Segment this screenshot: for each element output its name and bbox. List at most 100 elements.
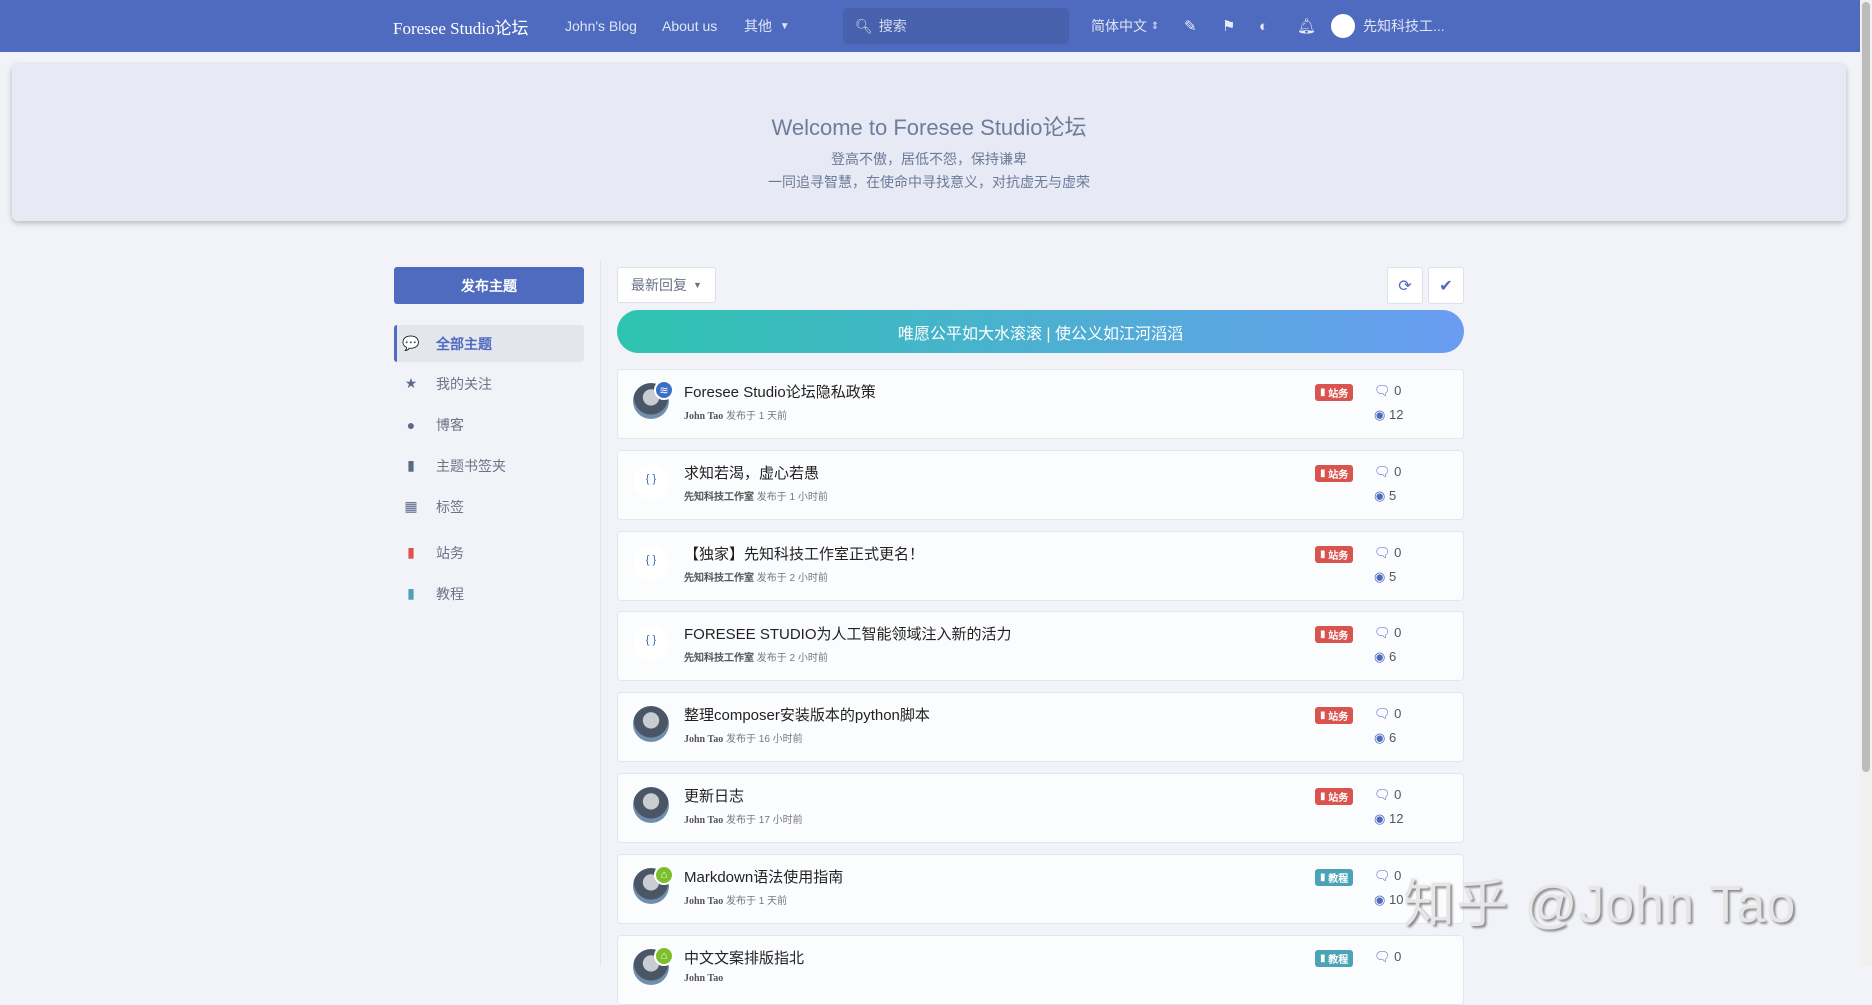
reply-count: 🗨︎ 0 (1374, 868, 1401, 884)
reply-count: 🗨︎ 0 (1374, 949, 1401, 965)
tag-badge[interactable]: ▮ 站务 (1315, 545, 1354, 563)
tag-badge[interactable]: ▮ 站务 (1315, 384, 1354, 401)
user-menu[interactable]: 先知科技工... (1331, 0, 1445, 52)
tag-icon: ▮ (1320, 629, 1326, 641)
comment-icon: 🗨︎ (1374, 625, 1391, 641)
search-input[interactable]: 🔍︎ 搜索 (843, 8, 1069, 44)
search-placeholder: 搜索 (878, 18, 907, 34)
author-avatar[interactable]: { } (633, 625, 669, 662)
tag-badge[interactable]: ▮ 站务 (1315, 707, 1354, 725)
home-icon: ⌂ (654, 945, 674, 966)
sidebar-item-label: 站务 (436, 544, 464, 561)
topic-author[interactable]: 先知科技工作室 (684, 653, 754, 664)
topic-author[interactable]: John Tao (684, 896, 723, 907)
theme-toggle-icon[interactable]: ◐ (1259, 0, 1268, 52)
topic-card[interactable]: ≋ Foresee Studio论坛隐私政策 John Tao 发布于 1 天前… (617, 369, 1464, 439)
sidebar-item-4[interactable]: ▦ 标签 (394, 488, 584, 525)
view-count: ◉ 6 (1374, 649, 1396, 665)
nav-link-about[interactable]: About us (662, 0, 717, 52)
topic-title[interactable]: Foresee Studio论坛隐私政策 (684, 381, 876, 402)
topic-time: 发布于 17 小时前 (725, 815, 803, 826)
tag-badge[interactable]: ▮ 教程 (1315, 949, 1354, 967)
tag-label: 站务 (1328, 631, 1349, 643)
welcome-hero: Welcome to Foresee Studio论坛 登高不傲，居低不怨，保持… (12, 64, 1846, 221)
topic-title[interactable]: 更新日志 (684, 785, 744, 806)
tag-label: 站务 (1328, 793, 1349, 804)
topic-card[interactable]: { } 【独家】先知科技工作室正式更名！ 先知科技工作室 发布于 2 小时前 ▮… (617, 530, 1464, 601)
sidebar-item-icon: ▦ (404, 498, 418, 514)
compose-icon[interactable]: ✎ (1184, 0, 1197, 52)
top-navbar: Foresee Studio论坛 John's Blog About us 其他… (0, 0, 1860, 52)
sidebar-item-label: 我的关注 (436, 375, 492, 392)
topic-author[interactable]: John Tao (684, 973, 723, 984)
tag-badge[interactable]: ▮ 站务 (1315, 464, 1354, 482)
topic-author[interactable]: John Tao (684, 734, 723, 745)
sidebar-item-0[interactable]: 💬 全部主题 (394, 325, 584, 362)
view-count: ◉ 6 (1374, 730, 1396, 746)
flag-icon[interactable]: ⚑ (1222, 0, 1235, 52)
view-count-value: 5 (1388, 487, 1397, 503)
scrollbar[interactable] (1860, 0, 1872, 966)
sort-dropdown[interactable]: 最新回复 ▼ (617, 267, 716, 303)
topic-meta: John Tao 发布于 17 小时前 (684, 811, 803, 826)
topic-card[interactable]: ⌂ Markdown语法使用指南 John Tao 发布于 1 天前 ▮ 教程 … (617, 853, 1464, 924)
tag-badge[interactable]: ▮ 教程 (1315, 868, 1354, 886)
bell-icon[interactable]: 🔔︎ (1297, 0, 1316, 52)
topic-card[interactable]: ⌂ 中文文案排版指北 John Tao ▮ 教程 🗨︎ 0 (617, 934, 1464, 1005)
tag-icon: ▮ (1320, 467, 1326, 479)
nav-more-dropdown[interactable]: 其他 ▼ (744, 0, 790, 52)
view-count-value: 6 (1388, 649, 1397, 665)
topic-title[interactable]: 求知若渴，虚心若愚 (684, 462, 819, 483)
topic-card[interactable]: { } 求知若渴，虚心若愚 先知科技工作室 发布于 1 小时前 ▮ 站务 🗨︎ … (617, 449, 1464, 520)
view-count: ◉ 5 (1374, 569, 1396, 585)
topic-title[interactable]: Markdown语法使用指南 (684, 866, 843, 887)
topic-author[interactable]: 先知科技工作室 (684, 573, 754, 584)
sidebar-item-3[interactable]: ▮ 主题书签夹 (394, 447, 584, 484)
nav-link-blog[interactable]: John's Blog (565, 0, 637, 52)
topic-title[interactable]: 【独家】先知科技工作室正式更名！ (684, 543, 924, 564)
refresh-button[interactable]: ⟳ (1387, 267, 1423, 304)
reply-count: 🗨︎ 0 (1374, 545, 1401, 561)
sidebar-item-label: 主题书签夹 (436, 457, 506, 474)
sidebar-item-1[interactable]: ★ 我的关注 (394, 365, 584, 402)
topic-card[interactable]: 更新日志 John Tao 发布于 17 小时前 ▮ 站务 🗨︎ 0 ◉ 12 (617, 773, 1464, 843)
eye-icon: ◉ (1374, 487, 1386, 503)
topic-title[interactable]: 整理composer安装版本的python脚本 (684, 704, 930, 725)
view-count-value: 6 (1388, 730, 1397, 746)
topic-card[interactable]: { } FORESEE STUDIO为人工智能领域注入新的活力 先知科技工作室 … (617, 611, 1464, 682)
topic-title[interactable]: 中文文案排版指北 (684, 947, 804, 968)
language-select[interactable]: 简体中文 ⇕ (1091, 0, 1159, 52)
comment-icon: 🗨︎ (1374, 706, 1391, 722)
view-count: ◉ 5 (1374, 488, 1396, 504)
topic-author[interactable]: 先知科技工作室 (684, 492, 754, 503)
author-avatar[interactable] (633, 787, 669, 823)
sidebar-item-6[interactable]: ▮ 教程 (394, 575, 584, 612)
site-brand[interactable]: Foresee Studio论坛 (393, 0, 529, 52)
caret-down-icon: ▼ (693, 280, 702, 290)
caret-down-icon: ▼ (779, 20, 790, 32)
tag-badge[interactable]: ▮ 站务 (1315, 788, 1354, 805)
topic-title[interactable]: FORESEE STUDIO为人工智能领域注入新的活力 (684, 623, 1012, 644)
reply-count-value: 0 (1394, 787, 1402, 802)
mark-all-read-button[interactable]: ✔ (1428, 267, 1464, 304)
author-avatar[interactable]: { } (633, 544, 669, 581)
tag-icon: ▮ (1320, 710, 1326, 722)
nav-more-label: 其他 (744, 18, 772, 34)
author-avatar[interactable]: { } (633, 463, 669, 500)
topic-card[interactable]: 整理composer安装版本的python脚本 John Tao 发布于 16 … (617, 692, 1464, 763)
tag-icon: ▮ (1320, 387, 1326, 398)
tag-label: 教程 (1328, 873, 1349, 885)
view-count: ◉ 10 (1374, 892, 1403, 908)
tag-icon: ▮ (1320, 791, 1326, 802)
reply-count-value: 0 (1394, 544, 1402, 560)
author-avatar[interactable] (633, 706, 669, 743)
topic-author[interactable]: John Tao (684, 815, 723, 826)
sidebar-item-5[interactable]: ▮ 站务 (394, 534, 584, 571)
topic-author[interactable]: John Tao (684, 411, 723, 422)
sidebar-item-2[interactable]: ● 博客 (394, 406, 584, 443)
comment-icon: 🗨︎ (1374, 544, 1391, 560)
scrollbar-thumb[interactable] (1862, 2, 1870, 772)
tag-badge[interactable]: ▮ 站务 (1315, 626, 1354, 644)
view-count: ◉ 12 (1374, 811, 1403, 827)
publish-topic-button[interactable]: 发布主题 (394, 267, 584, 304)
